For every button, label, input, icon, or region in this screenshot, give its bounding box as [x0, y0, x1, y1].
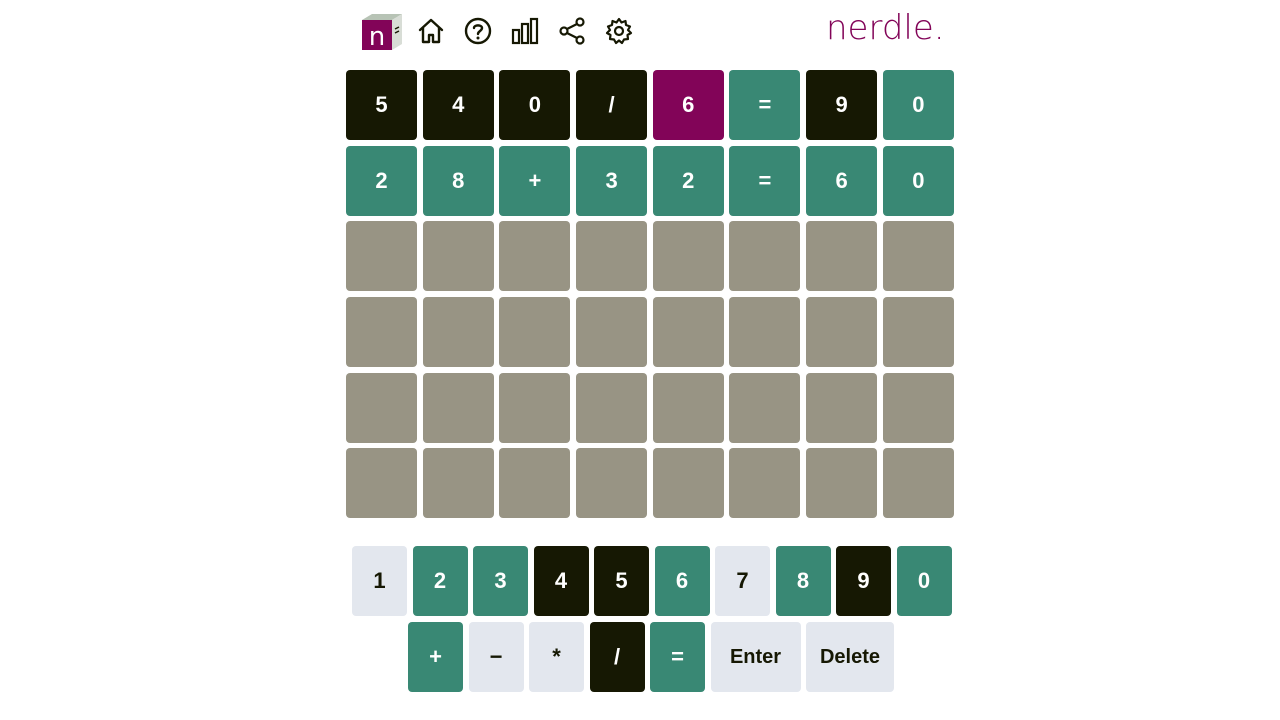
- guess-tile: 0: [882, 70, 954, 140]
- empty-tile: [729, 221, 801, 292]
- key-0[interactable]: 0: [896, 546, 952, 616]
- keyboard-row-digits: 1234567890: [352, 546, 952, 616]
- empty-tile: [499, 221, 571, 292]
- board-row: 2 8 +3 2 = 6 0: [346, 145, 957, 216]
- guess-tile: 5: [346, 70, 417, 140]
- settings-icon[interactable]: [604, 16, 634, 46]
- empty-tile: [806, 372, 878, 443]
- guess-tile: 6: [806, 145, 878, 216]
- board-row: [346, 372, 957, 443]
- key-7[interactable]: 7: [715, 546, 770, 616]
- delete-button[interactable]: Delete: [806, 622, 894, 692]
- empty-tile: [576, 448, 648, 519]
- key-3[interactable]: 3: [473, 546, 528, 616]
- guess-tile: 3: [576, 145, 648, 216]
- key-minus[interactable]: −: [468, 622, 524, 692]
- key-4[interactable]: 4: [533, 546, 589, 616]
- guess-tile: 2: [652, 145, 724, 216]
- guess-tile: 9: [806, 70, 878, 140]
- key-divide[interactable]: /: [589, 622, 645, 692]
- empty-tile: [652, 297, 724, 368]
- keyboard-row-operators: + − * / = Enter Delete: [408, 622, 894, 692]
- board-row: [346, 297, 957, 368]
- guess-tile: +: [499, 145, 571, 216]
- guess-tile: 0: [882, 145, 954, 216]
- empty-tile: [882, 372, 954, 443]
- empty-tile: [422, 372, 494, 443]
- guess-tile: 6: [652, 70, 724, 140]
- board-row: [346, 221, 957, 292]
- empty-tile: [882, 221, 954, 292]
- key-5[interactable]: 5: [594, 546, 649, 616]
- empty-tile: [729, 448, 801, 519]
- empty-tile: [346, 221, 417, 292]
- empty-tile: [882, 297, 954, 368]
- guess-tile: /: [576, 70, 648, 140]
- empty-tile: [882, 448, 954, 519]
- key-multiply[interactable]: *: [529, 622, 584, 692]
- key-8[interactable]: 8: [775, 546, 831, 616]
- empty-tile: [806, 297, 878, 368]
- game-board: 5 4 0/6 = 9 0 2 8 +3 2 = 6 0: [346, 70, 957, 524]
- empty-tile: [346, 372, 417, 443]
- empty-tile: [346, 448, 417, 519]
- key-2[interactable]: 2: [412, 546, 468, 616]
- empty-tile: [499, 372, 571, 443]
- empty-tile: [652, 372, 724, 443]
- empty-tile: [499, 297, 571, 368]
- guess-tile: =: [729, 145, 801, 216]
- enter-button[interactable]: Enter: [710, 622, 801, 692]
- board-row: [346, 448, 957, 519]
- guess-tile: 2: [346, 145, 417, 216]
- empty-tile: [806, 448, 878, 519]
- key-6[interactable]: 6: [654, 546, 710, 616]
- empty-tile: [729, 372, 801, 443]
- empty-tile: [576, 297, 648, 368]
- guess-tile: =: [729, 70, 801, 140]
- empty-tile: [576, 221, 648, 292]
- guess-tile: 4: [422, 70, 494, 140]
- stats-icon[interactable]: [510, 16, 540, 46]
- empty-tile: [652, 221, 724, 292]
- empty-tile: [806, 221, 878, 292]
- key-plus[interactable]: +: [408, 622, 463, 692]
- empty-tile: [652, 448, 724, 519]
- help-icon[interactable]: [463, 16, 493, 46]
- empty-tile: [422, 297, 494, 368]
- share-icon[interactable]: [557, 16, 587, 46]
- empty-tile: [729, 297, 801, 368]
- empty-tile: [422, 448, 494, 519]
- svg-text:n: n: [369, 22, 385, 50]
- board-row: 5 4 0/6 = 9 0: [346, 70, 957, 140]
- empty-tile: [422, 221, 494, 292]
- brand-wordmark[interactable]: nerdle.: [826, 8, 945, 48]
- key-9[interactable]: 9: [836, 546, 891, 616]
- key-equals[interactable]: =: [650, 622, 705, 692]
- empty-tile: [499, 448, 571, 519]
- home-icon[interactable]: [416, 16, 446, 46]
- guess-tile: 8: [422, 145, 494, 216]
- key-1[interactable]: 1: [352, 546, 407, 616]
- empty-tile: [576, 372, 648, 443]
- guess-tile: 0: [499, 70, 571, 140]
- empty-tile: [346, 297, 417, 368]
- nerdle-logo-icon[interactable]: n: [358, 12, 402, 50]
